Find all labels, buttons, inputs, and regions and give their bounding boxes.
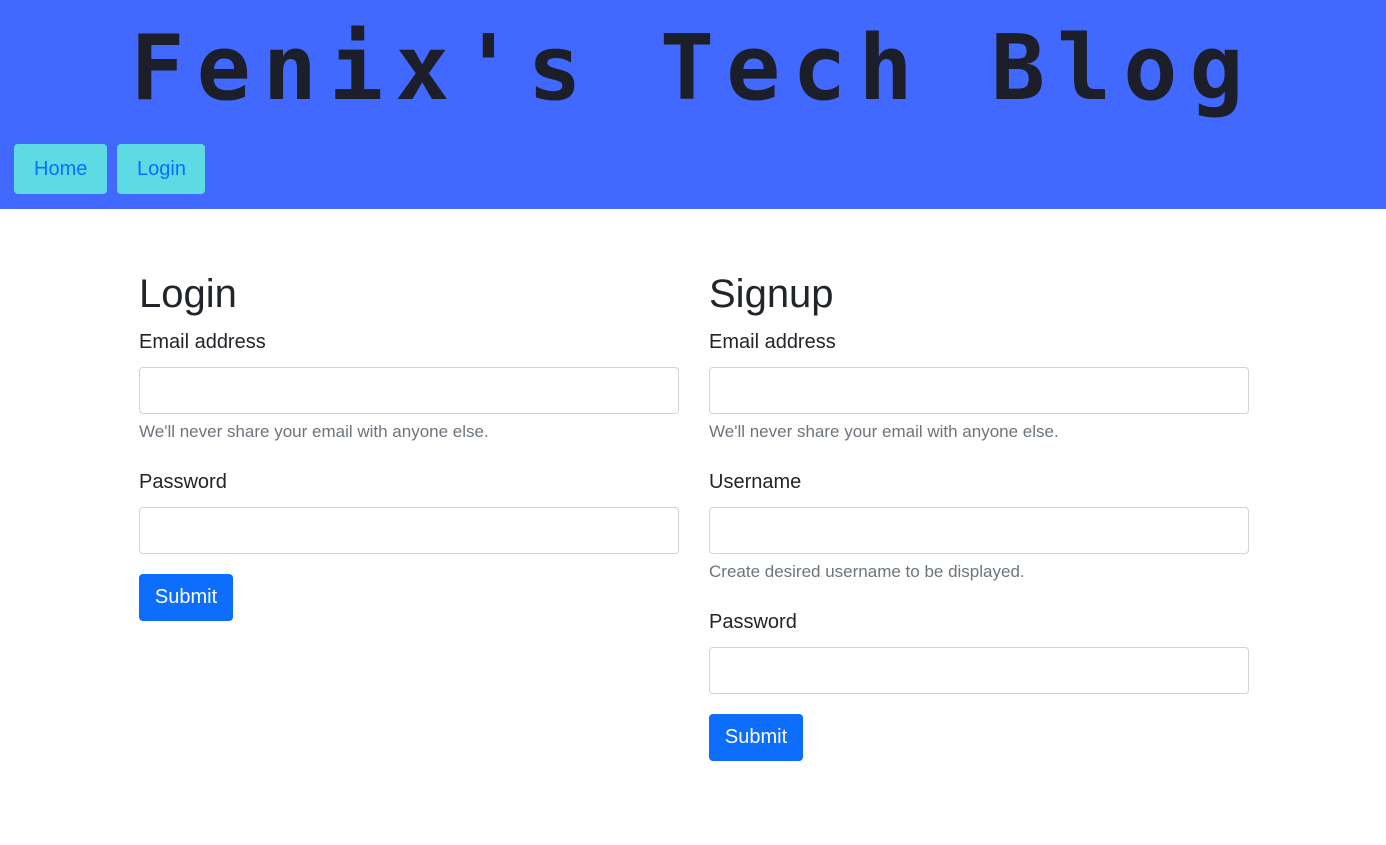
signup-password-label: Password xyxy=(709,611,797,633)
login-password-group: Password xyxy=(139,470,679,554)
site-title: Fenix's Tech Blog xyxy=(130,16,1256,121)
signup-heading: Signup xyxy=(709,272,834,316)
signup-password-group: Password xyxy=(709,610,1249,694)
signup-form: Signup Email address We'll never share y… xyxy=(709,270,1249,761)
login-email-label: Email address xyxy=(139,331,266,353)
signup-username-input[interactable] xyxy=(709,507,1249,554)
site-header: Fenix's Tech Blog Home Login xyxy=(0,0,1386,209)
signup-submit-button[interactable]: Submit xyxy=(709,714,803,761)
nav-home-button[interactable]: Home xyxy=(14,144,107,194)
login-form: Login Email address We'll never share yo… xyxy=(139,270,679,621)
nav-login-button[interactable]: Login xyxy=(117,144,205,194)
main-nav: Home Login xyxy=(14,144,205,194)
login-email-group: Email address We'll never share your ema… xyxy=(139,330,679,443)
signup-email-group: Email address We'll never share your ema… xyxy=(709,330,1249,443)
signup-password-input[interactable] xyxy=(709,647,1249,694)
login-password-label: Password xyxy=(139,471,227,493)
signup-email-input[interactable] xyxy=(709,367,1249,414)
signup-username-group: Username Create desired username to be d… xyxy=(709,470,1249,583)
login-heading: Login xyxy=(139,272,237,316)
signup-username-help: Create desired username to be displayed. xyxy=(709,562,1025,581)
login-email-help: We'll never share your email with anyone… xyxy=(139,422,489,441)
login-email-input[interactable] xyxy=(139,367,679,414)
login-submit-button[interactable]: Submit xyxy=(139,574,233,621)
signup-username-label: Username xyxy=(709,471,802,493)
signup-email-help: We'll never share your email with anyone… xyxy=(709,422,1059,441)
login-password-input[interactable] xyxy=(139,507,679,554)
signup-email-label: Email address xyxy=(709,331,836,353)
